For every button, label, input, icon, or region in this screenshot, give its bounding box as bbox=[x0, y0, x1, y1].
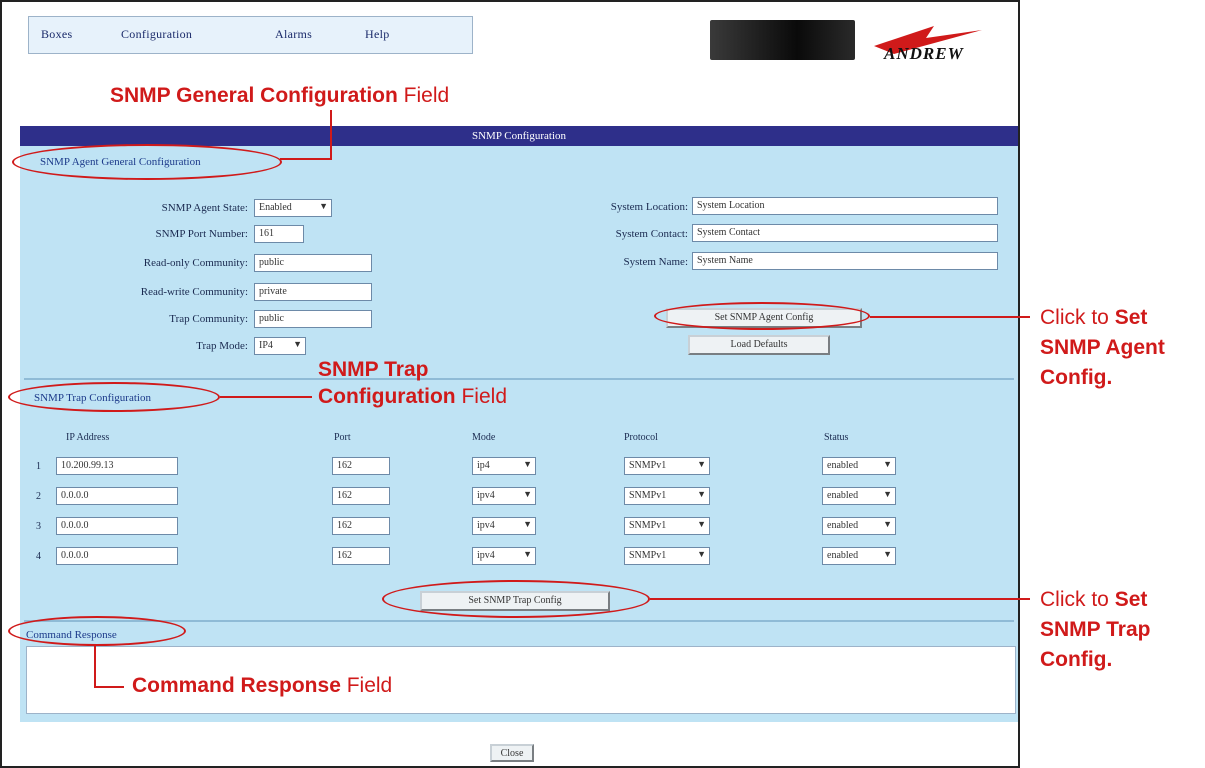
chevron-down-icon: ▼ bbox=[697, 489, 706, 499]
agent-state-select[interactable]: Enabled ▼ bbox=[254, 199, 332, 217]
annotation-leader-line bbox=[94, 646, 96, 688]
chevron-down-icon: ▼ bbox=[883, 549, 892, 559]
annotation-leader-line bbox=[870, 316, 1020, 318]
trap-row-number: 3 bbox=[36, 521, 41, 532]
agent-state-label: SNMP Agent State: bbox=[161, 202, 248, 214]
trap-protocol-select[interactable]: SNMPv1 ▼ bbox=[624, 547, 710, 565]
system-contact-input[interactable]: System Contact bbox=[692, 224, 998, 242]
read-only-community-label: Read-only Community: bbox=[143, 257, 248, 269]
trap-protocol-select[interactable]: SNMPv1 ▼ bbox=[624, 457, 710, 475]
trap-row-number: 2 bbox=[36, 491, 41, 502]
read-write-community-label: Read-write Community: bbox=[140, 286, 248, 298]
logo-text: ANDREW bbox=[884, 44, 964, 63]
menu-configuration[interactable]: Configuration bbox=[121, 27, 192, 42]
menu-help[interactable]: Help bbox=[365, 27, 390, 42]
col-protocol: Protocol bbox=[624, 432, 658, 443]
port-number-input[interactable]: 161 bbox=[254, 225, 304, 243]
annotation-command-response: Command Response Field bbox=[132, 674, 393, 697]
trap-port-input[interactable]: 162 bbox=[332, 457, 390, 475]
trap-ip-input[interactable]: 0.0.0.0 bbox=[56, 547, 178, 565]
trap-port-input[interactable]: 162 bbox=[332, 517, 390, 535]
chevron-down-icon: ▼ bbox=[319, 201, 328, 211]
chevron-down-icon: ▼ bbox=[883, 459, 892, 469]
menu-alarms[interactable]: Alarms bbox=[275, 27, 312, 42]
chevron-down-icon: ▼ bbox=[523, 549, 532, 559]
annotation-leader-line bbox=[94, 686, 124, 688]
col-ip-address: IP Address bbox=[66, 432, 110, 443]
annotation-ellipse bbox=[654, 302, 870, 330]
annotation-ellipse bbox=[12, 144, 282, 180]
trap-port-input[interactable]: 162 bbox=[332, 487, 390, 505]
trap-protocol-select[interactable]: SNMPv1 ▼ bbox=[624, 517, 710, 535]
chevron-down-icon: ▼ bbox=[697, 549, 706, 559]
annotation-leader-line bbox=[220, 396, 312, 398]
col-port: Port bbox=[334, 432, 351, 443]
annotation-leader-line bbox=[330, 110, 332, 160]
top-menu-bar: Boxes Configuration Alarms Help bbox=[28, 16, 473, 54]
chevron-down-icon: ▼ bbox=[523, 519, 532, 529]
load-defaults-button[interactable]: Load Defaults bbox=[688, 335, 830, 355]
chevron-down-icon: ▼ bbox=[523, 489, 532, 499]
trap-status-select[interactable]: enabled ▼ bbox=[822, 517, 896, 535]
system-name-input[interactable]: System Name bbox=[692, 252, 998, 270]
trap-mode-select[interactable]: IP4 ▼ bbox=[254, 337, 306, 355]
trap-mode-select[interactable]: ipv4 ▼ bbox=[472, 517, 536, 535]
trap-mode-select[interactable]: ipv4 ▼ bbox=[472, 547, 536, 565]
trap-mode-select[interactable]: ip4 ▼ bbox=[472, 457, 536, 475]
system-location-input[interactable]: System Location bbox=[692, 197, 998, 215]
annotation-ellipse bbox=[8, 382, 220, 412]
trap-status-select[interactable]: enabled ▼ bbox=[822, 547, 896, 565]
trap-community-input[interactable]: public bbox=[254, 310, 372, 328]
annotation-trap-config: SNMP Trap Configuration Field bbox=[318, 358, 508, 408]
trap-port-input[interactable]: 162 bbox=[332, 547, 390, 565]
product-image bbox=[710, 20, 855, 60]
system-location-label: System Location: bbox=[610, 201, 688, 213]
annotation-leader-line bbox=[1020, 316, 1030, 318]
close-button[interactable]: Close bbox=[490, 744, 534, 762]
chevron-down-icon: ▼ bbox=[523, 459, 532, 469]
trap-row-number: 1 bbox=[36, 461, 41, 472]
system-contact-label: System Contact: bbox=[615, 228, 688, 240]
annotation-ellipse bbox=[382, 580, 650, 618]
annotation-leader-line bbox=[280, 158, 332, 160]
read-only-community-input[interactable]: public bbox=[254, 254, 372, 272]
annotation-leader-line bbox=[650, 598, 1020, 600]
annotation-set-agent: Click to Set SNMP Agent Config. bbox=[1040, 306, 1165, 389]
annotation-set-trap: Click to Set SNMP Trap Config. bbox=[1040, 588, 1151, 671]
trap-status-select[interactable]: enabled ▼ bbox=[822, 457, 896, 475]
annotation-ellipse bbox=[8, 616, 186, 646]
section-divider bbox=[24, 620, 1014, 622]
trap-protocol-select[interactable]: SNMPv1 ▼ bbox=[624, 487, 710, 505]
port-number-label: SNMP Port Number: bbox=[155, 228, 249, 240]
chevron-down-icon: ▼ bbox=[883, 489, 892, 499]
trap-row-number: 4 bbox=[36, 551, 41, 562]
panel-title: SNMP Configuration bbox=[20, 126, 1018, 146]
andrew-logo: ANDREW bbox=[864, 24, 1014, 64]
annotation-general-config: SNMP General Configuration Field bbox=[110, 84, 450, 107]
trap-ip-input[interactable]: 0.0.0.0 bbox=[56, 487, 178, 505]
trap-mode-select[interactable]: ipv4 ▼ bbox=[472, 487, 536, 505]
col-mode: Mode bbox=[472, 432, 496, 443]
chevron-down-icon: ▼ bbox=[293, 339, 302, 349]
trap-mode-label: Trap Mode: bbox=[196, 340, 248, 352]
trap-status-select[interactable]: enabled ▼ bbox=[822, 487, 896, 505]
annotation-leader-line bbox=[1020, 598, 1030, 600]
chevron-down-icon: ▼ bbox=[697, 519, 706, 529]
chevron-down-icon: ▼ bbox=[883, 519, 892, 529]
trap-ip-input[interactable]: 0.0.0.0 bbox=[56, 517, 178, 535]
read-write-community-input[interactable]: private bbox=[254, 283, 372, 301]
menu-boxes[interactable]: Boxes bbox=[41, 27, 73, 42]
col-status: Status bbox=[824, 432, 849, 443]
trap-ip-input[interactable]: 10.200.99.13 bbox=[56, 457, 178, 475]
chevron-down-icon: ▼ bbox=[697, 459, 706, 469]
system-name-label: System Name: bbox=[623, 256, 688, 268]
trap-community-label: Trap Community: bbox=[169, 313, 248, 325]
section-divider bbox=[24, 378, 1014, 380]
